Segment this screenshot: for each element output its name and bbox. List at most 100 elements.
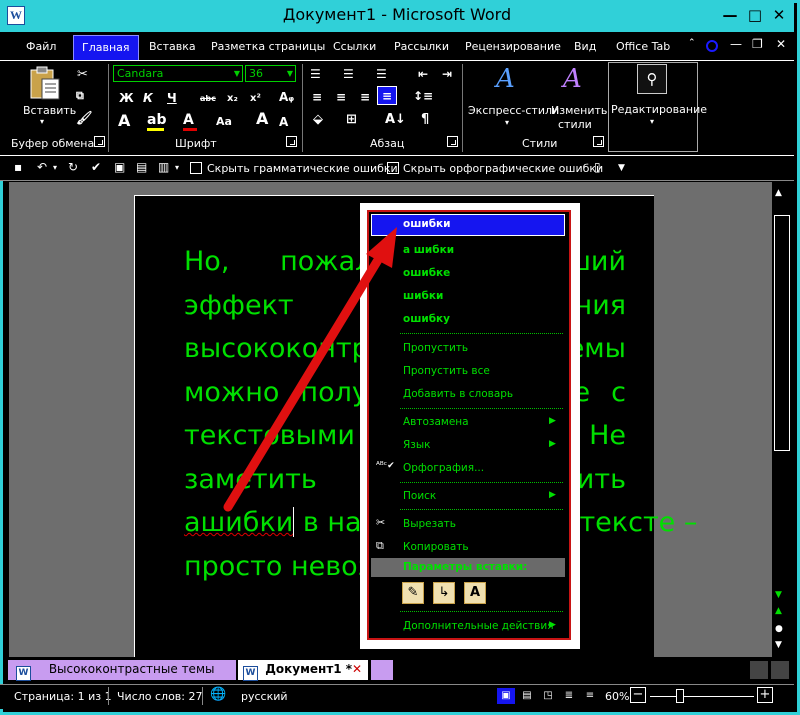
customize-dropdown-icon[interactable]: ▾ — [175, 163, 179, 172]
tab-view[interactable]: Вид — [574, 40, 596, 53]
ribbon-collapse-icon[interactable]: ⌃ — [688, 38, 696, 48]
browse-object-icon[interactable]: ● — [775, 624, 783, 634]
doc-tab-2[interactable]: W Документ1 * ✕ — [238, 660, 368, 681]
suggestion-1[interactable]: а шибки — [403, 244, 454, 256]
bullets-icon[interactable]: ☰ — [310, 67, 321, 81]
word-count[interactable]: Число слов: 27 — [117, 690, 203, 703]
quick-styles-button[interactable]: Экспресс-стили — [468, 104, 559, 117]
line-spacing-icon[interactable]: ↕≡ — [413, 89, 433, 103]
highlight-icon[interactable]: ab — [147, 113, 166, 127]
change-styles-icon[interactable]: A — [563, 64, 582, 94]
paste-icon[interactable] — [28, 66, 62, 102]
paste-keep-format-icon[interactable]: ✎ — [402, 582, 424, 604]
text-effects-icon[interactable]: A — [118, 113, 130, 129]
tabs-scroll-right-icon[interactable] — [771, 661, 789, 679]
underline-icon[interactable]: Ч — [167, 91, 177, 105]
scroll-down-icon[interactable]: ▼ — [775, 590, 782, 600]
full-screen-icon[interactable]: ▤ — [518, 688, 536, 704]
tab-page-layout[interactable]: Разметка страницы — [211, 40, 325, 53]
save-icon[interactable]: ▪ — [14, 160, 22, 174]
copy-item[interactable]: Копировать — [403, 541, 469, 553]
suggestion-highlight[interactable] — [371, 214, 565, 236]
copy-icon[interactable]: ⧉ — [76, 89, 84, 103]
zoom-level[interactable]: 60% — [605, 690, 629, 703]
scrollbar-thumb[interactable] — [774, 215, 790, 451]
language-item[interactable]: Язык — [403, 439, 431, 451]
draft-icon[interactable]: ≡ — [581, 688, 599, 704]
autocorrect-item[interactable]: Автозамена — [403, 416, 469, 428]
doc-close-button[interactable]: ✕ — [776, 37, 786, 51]
tab-insert[interactable]: Вставка — [149, 40, 196, 53]
align-center-icon[interactable]: ≡ — [336, 90, 346, 104]
skip-all-item[interactable]: Пропустить все — [403, 365, 490, 377]
maximize-button[interactable]: □ — [745, 6, 765, 24]
font-launcher-icon[interactable] — [286, 136, 297, 147]
font-color-icon[interactable]: A — [183, 113, 194, 127]
superscript-icon[interactable]: x² — [250, 92, 261, 106]
new-tab-button[interactable] — [371, 660, 393, 680]
doc-minimize-button[interactable]: — — [730, 37, 742, 51]
language-indicator[interactable]: русский — [241, 690, 288, 703]
spelling-item[interactable]: Орфография... — [403, 462, 484, 474]
page-count[interactable]: Страница: 1 из 1 — [14, 690, 112, 703]
more-actions-item[interactable]: Дополнительные действия — [403, 620, 554, 632]
quick-styles-dropdown-icon[interactable]: ▾ — [505, 118, 509, 127]
font-name-combo[interactable]: Candara ▼ — [113, 65, 243, 82]
change-styles-button[interactable]: Изменить — [551, 104, 607, 117]
align-left-icon[interactable]: ≡ — [312, 90, 322, 104]
font-size-combo[interactable]: 36 ▼ — [245, 65, 296, 82]
subscript-icon[interactable]: x₂ — [227, 92, 238, 106]
zoom-in-button[interactable]: + — [757, 687, 773, 703]
increase-indent-icon[interactable]: ⇥ — [442, 67, 452, 81]
hide-grammar-checkbox[interactable] — [190, 162, 202, 174]
suggestion-0[interactable]: ошибки — [403, 218, 451, 230]
tabs-scroll-left-icon[interactable] — [750, 661, 768, 679]
show-marks-icon[interactable]: ¶ — [421, 113, 429, 127]
paste-text-only-icon[interactable]: A — [464, 582, 486, 604]
undo-icon[interactable]: ↶ — [37, 160, 47, 174]
borders-icon[interactable]: ⊞ — [346, 113, 357, 127]
redo-icon[interactable]: ↻ — [68, 160, 78, 174]
clipboard-launcher-icon[interactable] — [94, 136, 105, 147]
add-to-dictionary-item[interactable]: Добавить в словарь — [403, 388, 513, 400]
tab-file[interactable]: Файл — [26, 40, 56, 53]
tab-mailings[interactable]: Рассылки — [394, 40, 449, 53]
toolbar-option-icon[interactable]: ▥ — [158, 160, 169, 174]
print-icon[interactable]: ▤ — [136, 160, 147, 174]
change-case-icon[interactable]: Aa — [216, 115, 232, 129]
zoom-slider-knob[interactable] — [676, 689, 684, 703]
editing-button[interactable]: Редактирование — [611, 103, 707, 116]
tab-office-tab[interactable]: Office Tab — [616, 40, 670, 53]
qat-more-icon[interactable]: ▼ — [618, 163, 625, 173]
suggestion-3[interactable]: шибки — [403, 290, 443, 302]
hide-spelling-checkbox[interactable] — [387, 162, 399, 174]
print-preview-icon[interactable]: ▣ — [114, 160, 125, 174]
suggestion-4[interactable]: ошибку — [403, 313, 450, 325]
styles-launcher-icon[interactable] — [593, 136, 604, 147]
shrink-font-icon[interactable]: A — [279, 115, 288, 129]
skip-item[interactable]: Пропустить — [403, 342, 468, 354]
spelling-check-icon[interactable]: ✔ — [91, 160, 101, 174]
outline-icon[interactable]: ≣ — [560, 688, 578, 704]
misspelled-word[interactable]: ашибки — [184, 507, 293, 538]
clear-format-icon[interactable]: Aᵩ — [279, 90, 294, 104]
tab-home[interactable]: Главная — [73, 35, 139, 61]
tab-references[interactable]: Ссылки — [333, 40, 376, 53]
undo-dropdown-icon[interactable]: ▾ — [53, 163, 57, 172]
quick-styles-icon[interactable]: A — [496, 64, 515, 94]
grow-font-icon[interactable]: A — [256, 111, 268, 127]
editing-dropdown-icon[interactable]: ▾ — [650, 117, 654, 126]
suggestion-2[interactable]: ошибке — [403, 267, 450, 279]
tab-review[interactable]: Рецензирование — [465, 40, 561, 53]
binoculars-icon[interactable]: ⚲ — [637, 64, 667, 94]
zoom-slider[interactable] — [650, 696, 754, 697]
shading-icon[interactable]: ⬙ — [313, 113, 323, 127]
print-layout-icon[interactable]: ▣ — [497, 688, 515, 704]
bold-icon[interactable]: Ж — [119, 91, 134, 105]
next-page-icon[interactable]: ▼ — [775, 640, 782, 650]
paste-dropdown-icon[interactable]: ▾ — [40, 117, 44, 126]
web-layout-icon[interactable]: ◳ — [539, 688, 557, 704]
sort-icon[interactable]: A↓ — [385, 113, 406, 127]
scroll-up-icon[interactable]: ▲ — [775, 188, 782, 198]
strikethrough-icon[interactable]: abc — [200, 92, 216, 106]
